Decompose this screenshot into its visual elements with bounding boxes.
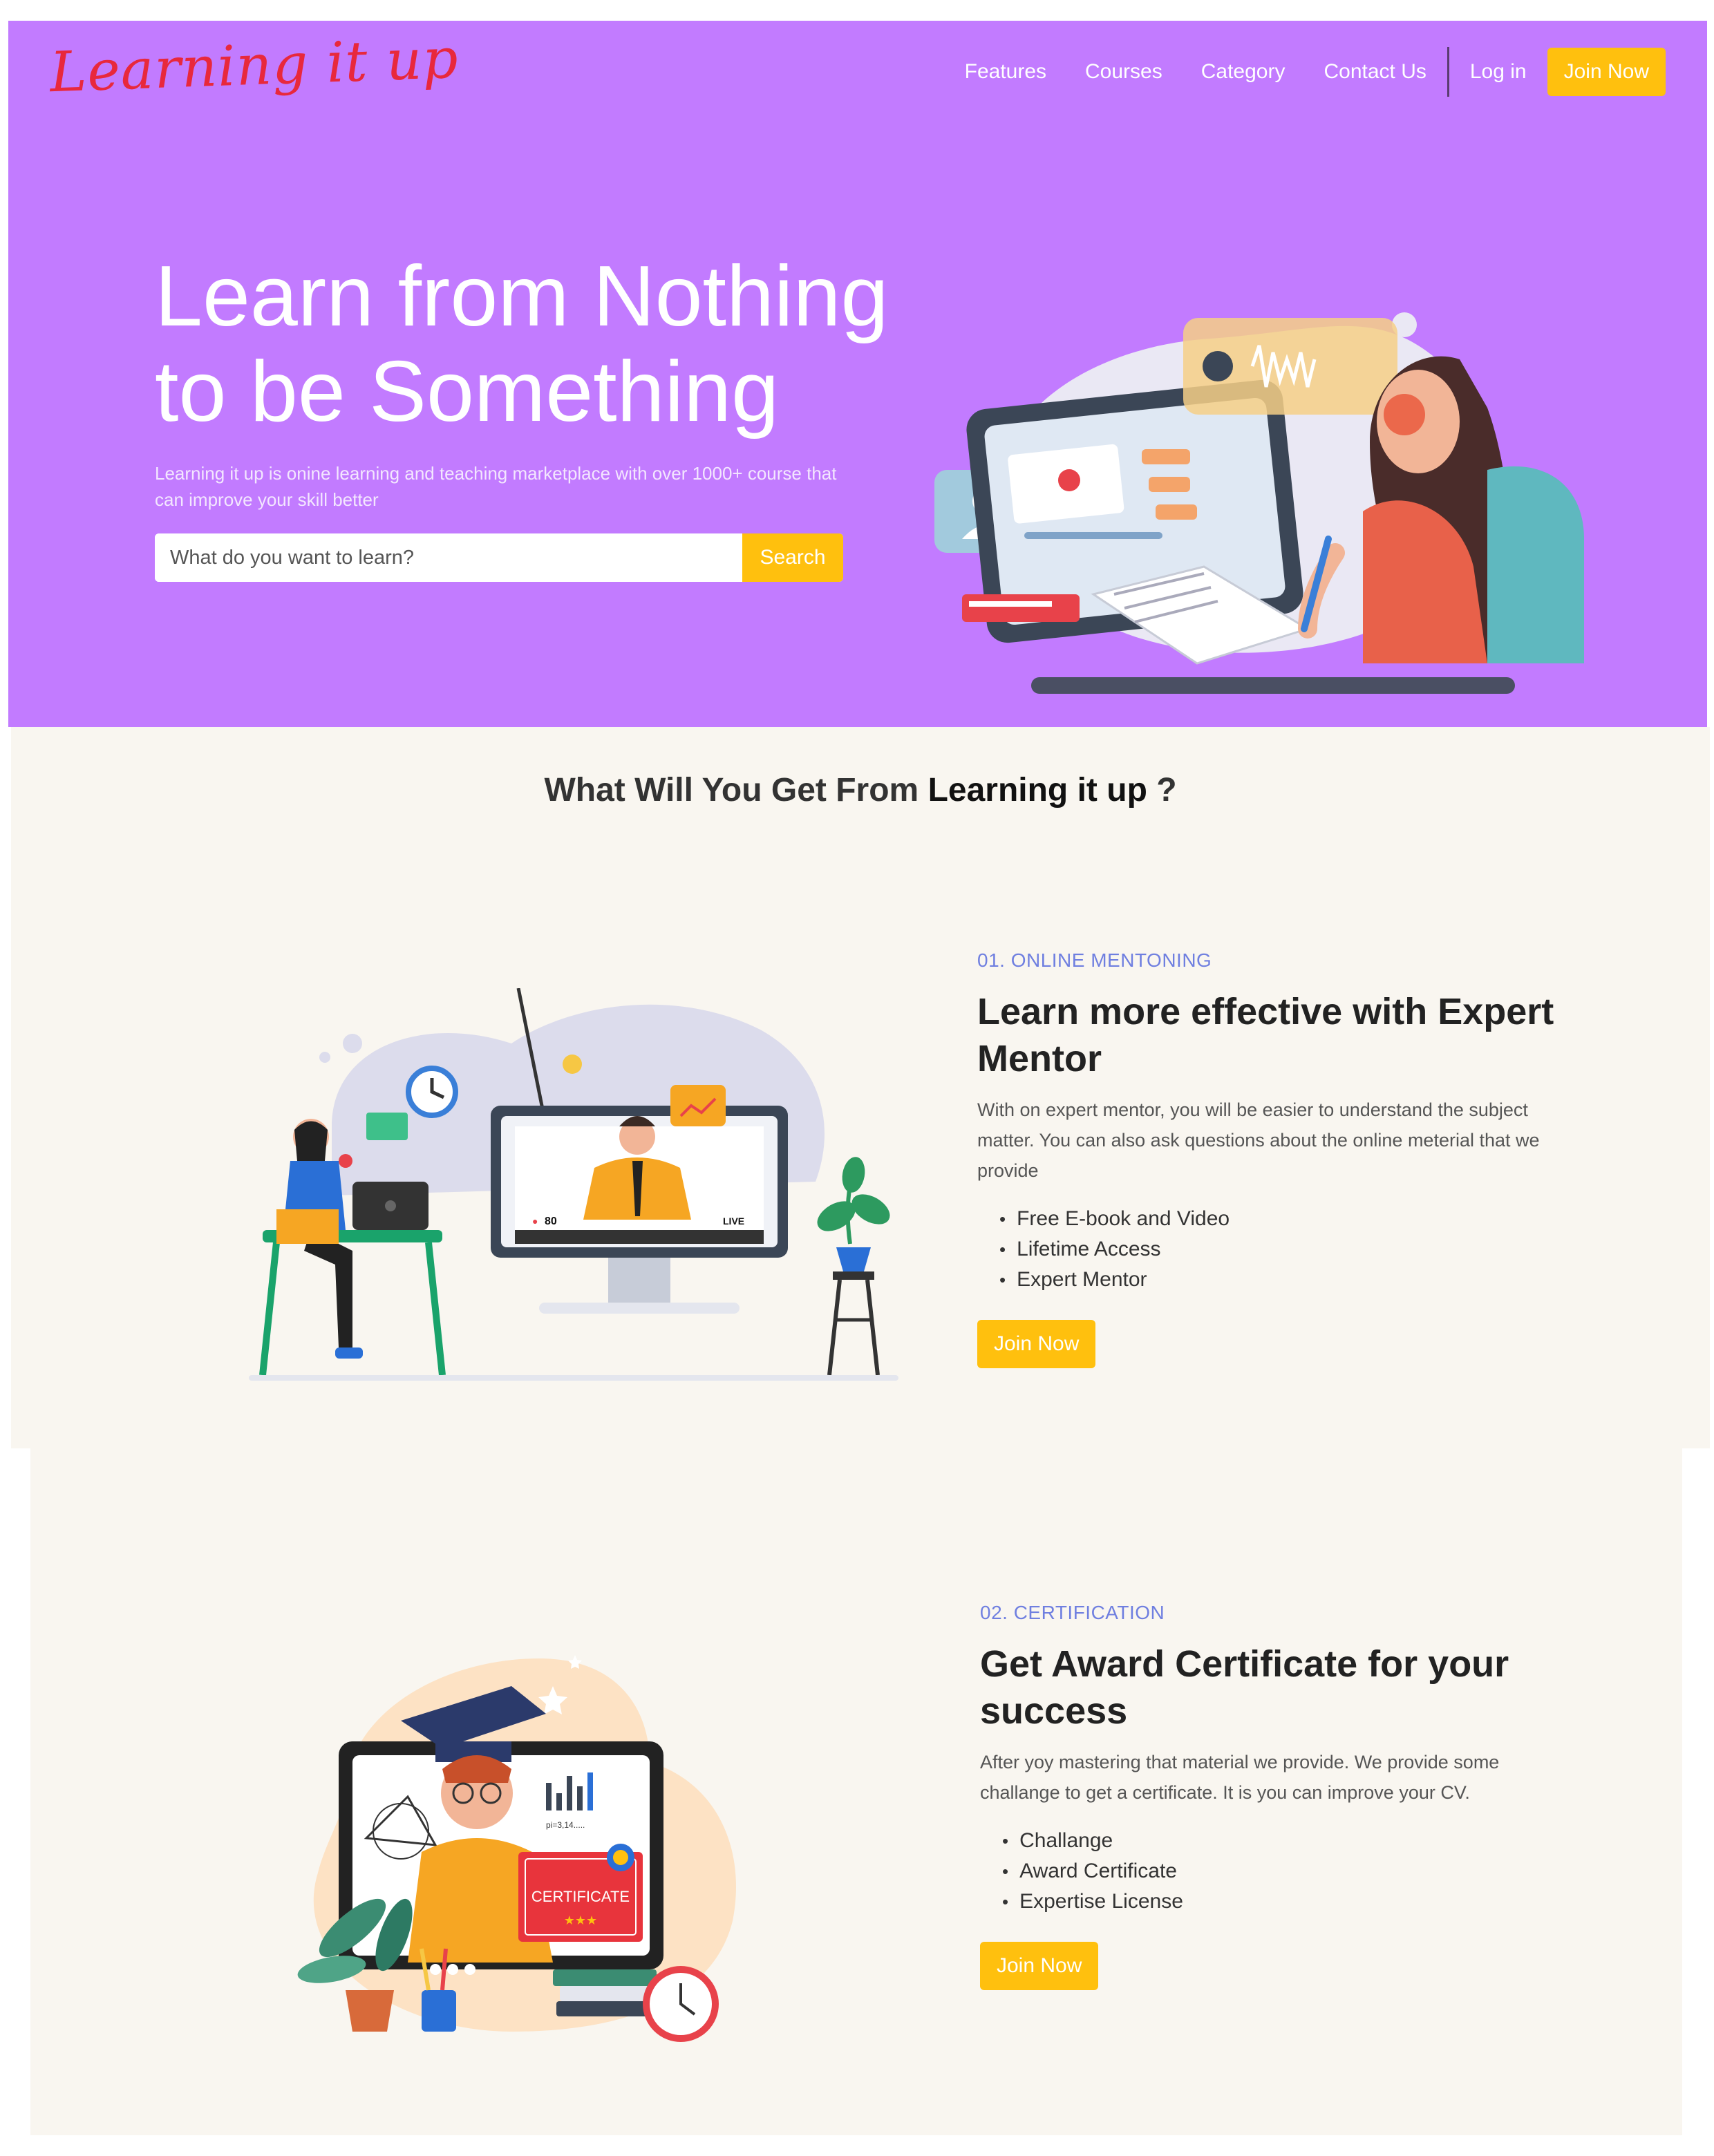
nav-category[interactable]: Category xyxy=(1201,60,1286,84)
hero-title-line2: to be Something xyxy=(155,344,780,439)
login-link[interactable]: Log in xyxy=(1470,60,1527,84)
features-heading-prefix: What Will You Get From xyxy=(544,772,928,808)
search-bar: Search xyxy=(155,533,843,582)
certificate-label: CERTIFICATE xyxy=(531,1888,630,1905)
nav-divider xyxy=(1447,47,1449,97)
feature-title: Learn more effective with Expert Mentor xyxy=(977,991,1554,1079)
join-now-button[interactable]: Join Now xyxy=(1547,48,1666,96)
list-item: Award Certificate xyxy=(1002,1856,1574,1886)
list-item: Expert Mentor xyxy=(999,1265,1585,1295)
svg-text:★★★: ★★★ xyxy=(564,1913,597,1928)
feature-description: After yoy mastering that material we pro… xyxy=(980,1752,1500,1803)
feature-list: Free E-book and Video Lifetime Access Ex… xyxy=(999,1204,1585,1295)
feature-list: Challange Award Certificate Expertise Li… xyxy=(1002,1826,1574,1917)
join-now-button[interactable]: Join Now xyxy=(980,1942,1099,1990)
list-item: Free E-book and Video xyxy=(999,1204,1585,1234)
hero-section: Learning it up Features Courses Category… xyxy=(8,21,1707,727)
hero-illustration xyxy=(934,312,1584,694)
feature-certification: 02. CERTIFICATION Get Award Certificate … xyxy=(980,1602,1574,1990)
feature-tag: 02. CERTIFICATION xyxy=(980,1602,1165,1623)
list-item: Challange xyxy=(1002,1826,1574,1856)
logo[interactable]: Learning it up xyxy=(49,26,460,105)
mentoring-illustration: ● 80 LIVE xyxy=(249,988,898,1381)
search-input[interactable] xyxy=(155,533,742,582)
hero-title-line1: Learn from Nothing xyxy=(155,249,889,344)
list-item: Lifetime Access xyxy=(999,1234,1585,1265)
search-button[interactable]: Search xyxy=(742,533,843,582)
hero-subtitle: Learning it up is onine learning and tea… xyxy=(155,463,837,510)
list-item: Expertise License xyxy=(1002,1886,1574,1917)
features-heading-brand: Learning it up xyxy=(927,772,1147,808)
features-heading: What Will You Get From Learning it up ? xyxy=(11,771,1710,809)
features-heading-suffix: ? xyxy=(1147,772,1177,808)
certificate-illustration: pi=3,14..... CERTIFICATE ★★★ xyxy=(297,1655,736,2042)
join-now-button[interactable]: Join Now xyxy=(977,1320,1096,1368)
pi-label: pi=3,14..... xyxy=(546,1820,585,1830)
viewer-count: 80 xyxy=(545,1216,557,1227)
hero-title: Learn from Nothing to be Something xyxy=(155,249,915,439)
feature-tag: 01. ONLINE MENTONING xyxy=(977,949,1212,971)
nav-contact-us[interactable]: Contact Us xyxy=(1324,60,1426,84)
nav-courses[interactable]: Courses xyxy=(1085,60,1162,84)
feature-description: With on expert mentor, you will be easie… xyxy=(977,1099,1540,1181)
feature-title: Get Award Certificate for your success xyxy=(980,1643,1509,1732)
nav-features[interactable]: Features xyxy=(965,60,1046,84)
svg-text:●: ● xyxy=(532,1216,538,1227)
main-nav: Features Courses Category Contact Us Log… xyxy=(926,47,1666,97)
feature-mentoring: 01. ONLINE MENTONING Learn more effectiv… xyxy=(977,949,1585,1368)
live-label: LIVE xyxy=(723,1216,744,1227)
